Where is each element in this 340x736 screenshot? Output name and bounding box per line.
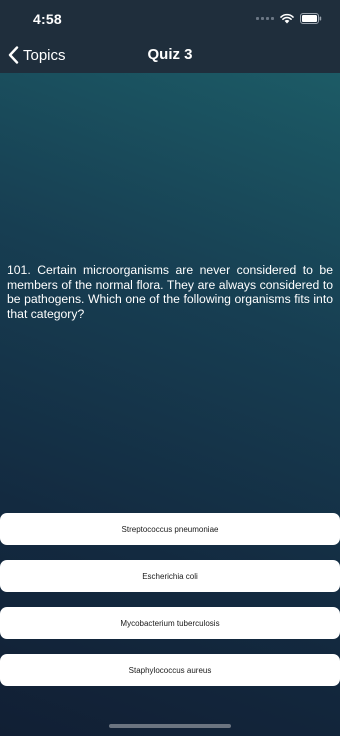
status-icons <box>256 12 322 24</box>
top-bar: 4:58 Topics Quiz 3 <box>0 0 340 73</box>
answer-option-1[interactable]: Streptococcus pneumoniae <box>0 513 340 545</box>
question-text: 101. Certain microorganisms are never co… <box>7 263 333 321</box>
battery-icon <box>300 12 322 24</box>
answer-option-3[interactable]: Mycobacterium tuberculosis <box>0 607 340 639</box>
signal-dots-icon <box>256 16 274 20</box>
answer-option-2[interactable]: Escherichia coli <box>0 560 340 592</box>
home-indicator <box>109 724 231 728</box>
status-time: 4:58 <box>33 11 62 27</box>
status-bar: 4:58 <box>0 0 340 38</box>
answer-option-4[interactable]: Staphylococcus aureus <box>0 654 340 686</box>
quiz-content: 101. Certain microorganisms are never co… <box>0 73 340 736</box>
navigation-bar: Topics Quiz 3 <box>0 38 340 73</box>
page-title: Quiz 3 <box>147 46 193 63</box>
wifi-icon <box>280 13 294 23</box>
